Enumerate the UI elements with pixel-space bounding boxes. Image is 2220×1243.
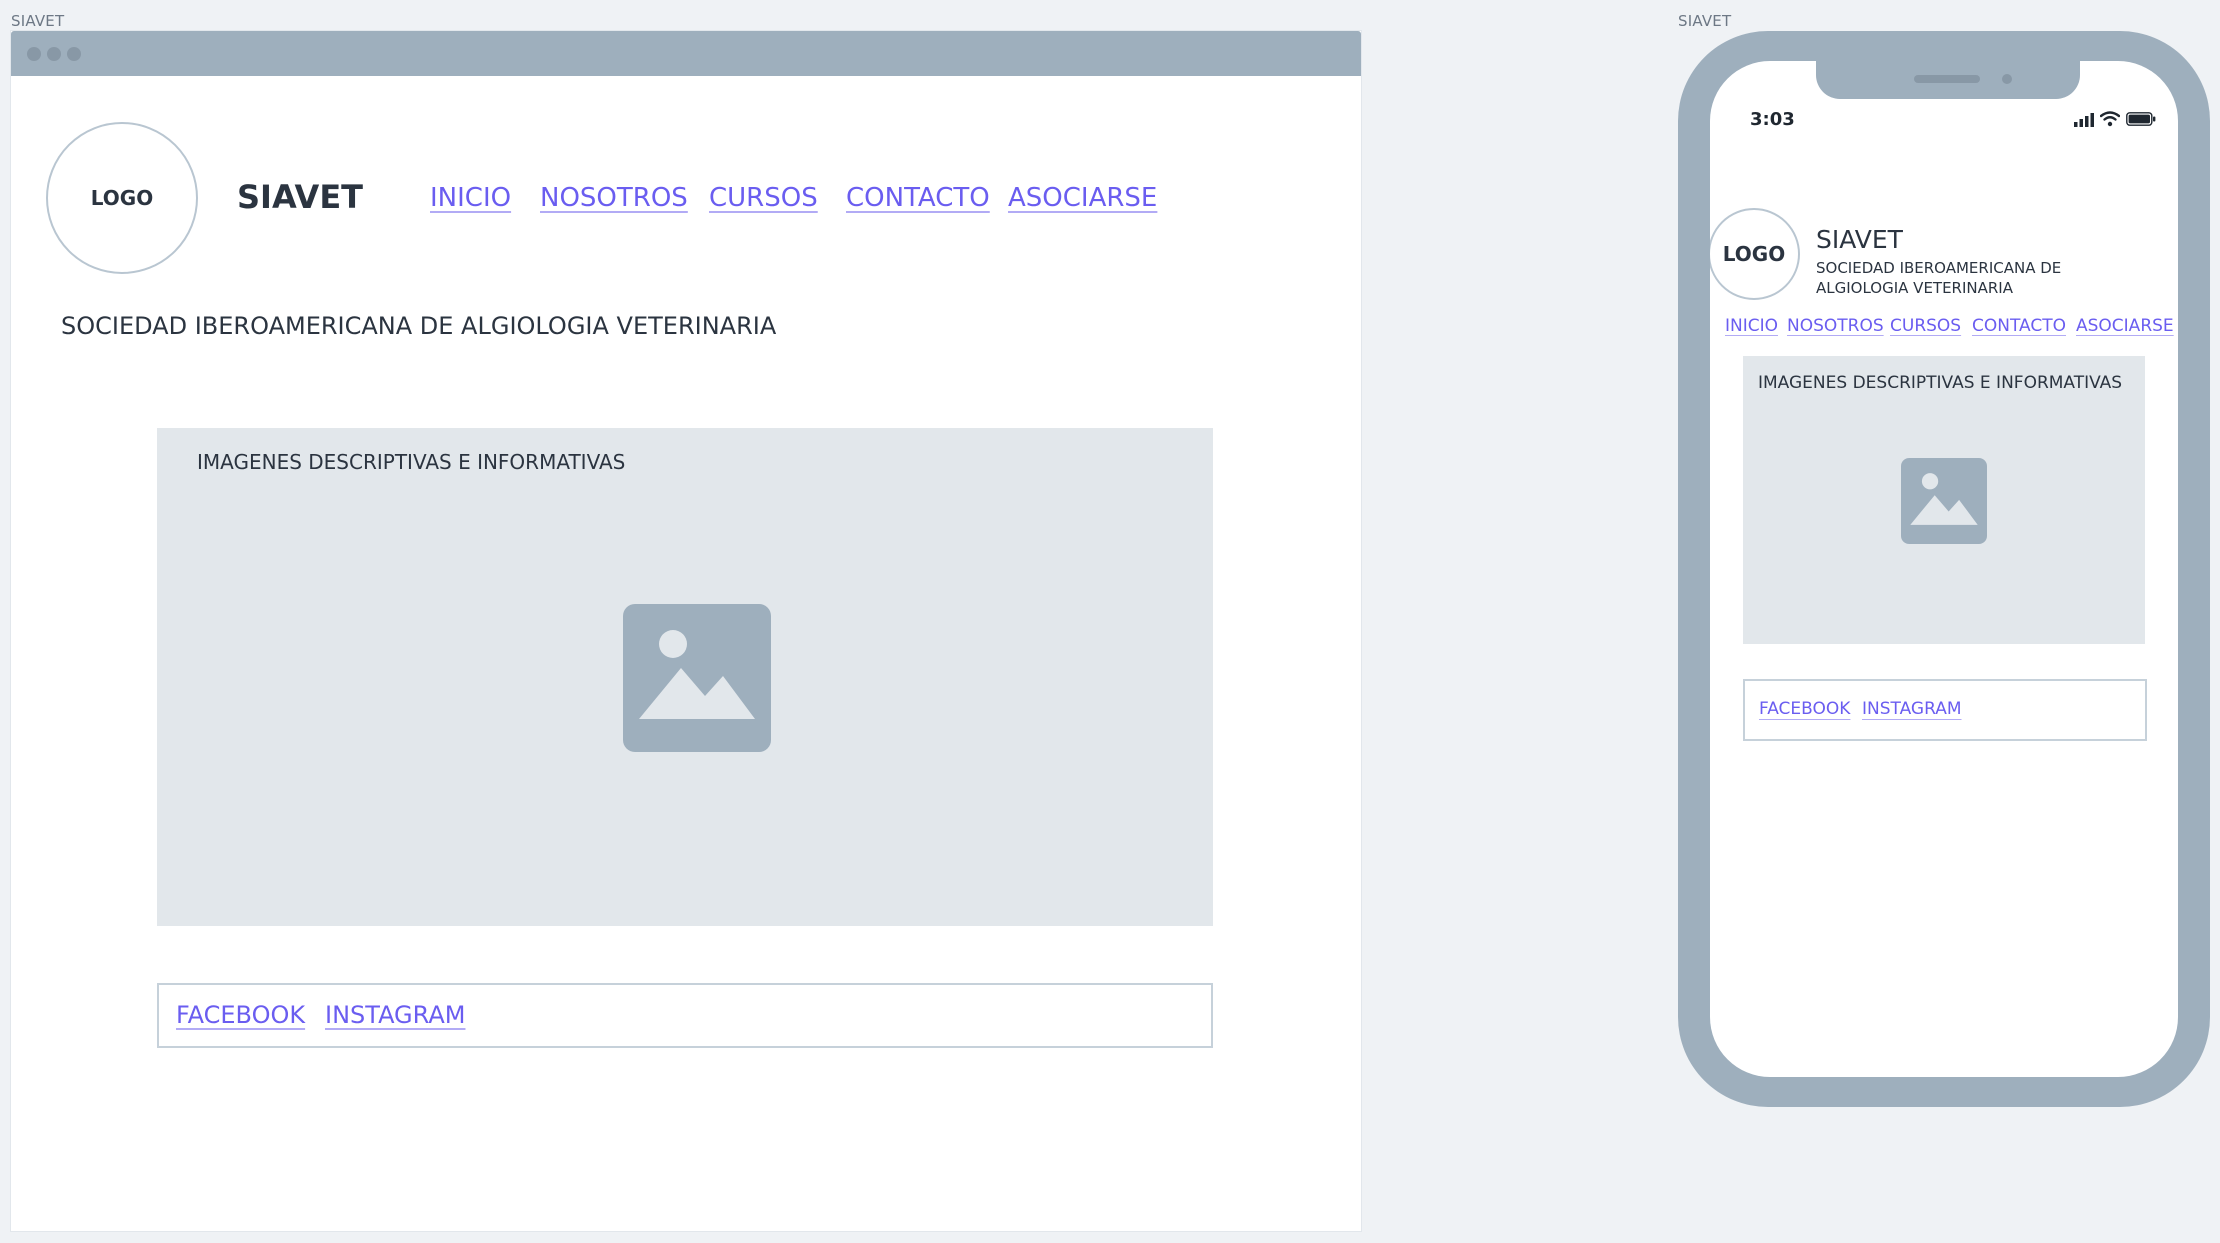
cellular-signal-icon [2074,113,2094,127]
status-time: 3:03 [1750,109,1795,130]
social-links-box: FACEBOOK INSTAGRAM [157,983,1213,1048]
nav-link-inicio[interactable]: INICIO [430,183,511,213]
mobile-site-brand: SIAVET [1816,225,1903,254]
mobile-facebook-link[interactable]: FACEBOOK [1759,699,1850,719]
image-panel-label: IMAGENES DESCRIPTIVAS E INFORMATIVAS [197,450,626,474]
phone-frame: 3:03 LOGO SIAVET SOCIEDAD IBEROAMERICANA… [1678,31,2210,1107]
window-maximize-dot-icon[interactable] [67,47,81,61]
window-minimize-dot-icon[interactable] [47,47,61,61]
mobile-logo[interactable]: LOGO [1710,208,1800,300]
mobile-instagram-link[interactable]: INSTAGRAM [1862,699,1962,719]
nav-link-contacto[interactable]: CONTACTO [846,183,990,213]
camera-icon [2002,74,2012,84]
mobile-social-links-box: FACEBOOK INSTAGRAM [1743,679,2147,741]
mobile-frame-label: SIAVET [1678,12,1732,30]
mobile-nav-link-nosotros[interactable]: NOSOTROS [1787,316,1884,336]
mobile-image-placeholder-icon [1901,458,1987,544]
mobile-nav-link-cursos[interactable]: CURSOS [1890,316,1961,336]
wifi-icon [2100,111,2120,127]
phone-screen: 3:03 LOGO SIAVET SOCIEDAD IBEROAMERICANA… [1710,61,2178,1077]
mobile-nav-link-contacto[interactable]: CONTACTO [1972,316,2066,336]
browser-title-bar [11,31,1361,76]
site-subtitle: SOCIEDAD IBEROAMERICANA DE ALGIOLOGIA VE… [61,312,777,340]
instagram-link[interactable]: INSTAGRAM [325,1001,465,1029]
image-placeholder-icon [623,604,771,752]
site-brand: SIAVET [237,178,363,216]
logo-text: LOGO [90,186,154,210]
mobile-logo-text: LOGO [1722,242,1786,266]
desktop-frame-label: SIAVET [11,12,65,30]
facebook-link[interactable]: FACEBOOK [176,1001,305,1029]
mobile-image-panel: IMAGENES DESCRIPTIVAS E INFORMATIVAS [1743,356,2145,644]
mobile-site-subtitle: SOCIEDAD IBEROAMERICANA DE ALGIOLOGIA VE… [1816,259,2062,297]
mobile-nav-link-inicio[interactable]: INICIO [1725,316,1778,336]
desktop-logo[interactable]: LOGO [46,122,198,274]
phone-notch [1816,61,2080,99]
battery-icon [2126,112,2156,126]
nav-link-nosotros[interactable]: NOSOTROS [540,183,688,213]
mobile-image-panel-label: IMAGENES DESCRIPTIVAS E INFORMATIVAS [1758,373,2123,393]
window-close-dot-icon[interactable] [27,47,41,61]
mobile-nav-link-asociarse[interactable]: ASOCIARSE [2076,316,2174,336]
nav-link-cursos[interactable]: CURSOS [709,183,818,213]
desktop-browser-frame: LOGO SIAVET INICIO NOSOTROS CURSOS CONTA… [11,31,1361,1231]
speaker-icon [1914,75,1980,83]
nav-link-asociarse[interactable]: ASOCIARSE [1008,183,1157,213]
image-panel: IMAGENES DESCRIPTIVAS E INFORMATIVAS [157,428,1213,926]
